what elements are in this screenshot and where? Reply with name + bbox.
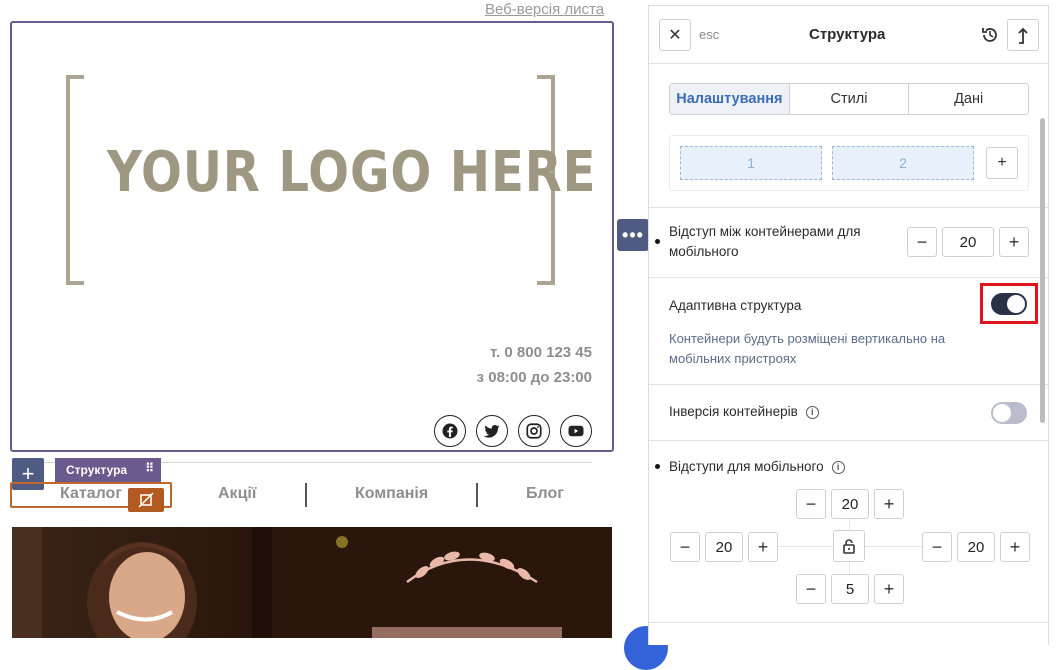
phone-text: т. 0 800 123 45 <box>490 344 592 361</box>
close-button[interactable]: ✕ <box>659 19 691 51</box>
logo-bracket-left <box>66 75 84 285</box>
unlink-icon[interactable] <box>128 488 164 512</box>
drag-handle-icon[interactable]: ⠿ <box>145 461 154 475</box>
hero-image <box>12 527 612 638</box>
web-version-link[interactable]: Веб-версія листа <box>485 1 604 18</box>
increment-button[interactable]: + <box>1000 532 1030 562</box>
divider <box>649 384 1048 385</box>
mobile-gap-label: Відступ між контейнерами для мобільного <box>669 224 861 259</box>
padding-bottom-stepper: − 5 + <box>796 574 904 604</box>
increment-button[interactable]: + <box>874 489 904 519</box>
youtube-icon[interactable] <box>560 415 592 447</box>
more-options-button[interactable]: ••• <box>617 219 649 251</box>
header-structure-block[interactable] <box>10 21 614 452</box>
decrement-button[interactable]: − <box>796 574 826 604</box>
adaptive-structure-label: Адаптивна структура <box>669 298 802 313</box>
logo-placeholder: YOUR LOGO HERE <box>107 140 597 205</box>
lock-icon[interactable] <box>833 530 865 562</box>
padding-right-stepper: − 20 + <box>922 532 1030 562</box>
go-to-parent-icon[interactable] <box>1007 19 1039 51</box>
menu-item-catalog[interactable]: Каталог <box>60 485 122 503</box>
esc-hint: esc <box>699 27 720 42</box>
panel-scrollbar[interactable] <box>1040 118 1045 423</box>
divider <box>649 440 1048 441</box>
column-2[interactable]: 2 <box>832 146 974 180</box>
inversion-label: Інверсія контейнерів <box>669 404 798 419</box>
padding-left-input[interactable]: 20 <box>705 532 743 562</box>
structure-tag[interactable]: Структура ⠿ <box>55 458 161 482</box>
mobile-padding-row: Відступи для мобільного i <box>669 457 845 477</box>
divider <box>649 277 1048 278</box>
menu-separator <box>305 483 307 507</box>
mobile-padding-label: Відступи для мобільного <box>669 459 824 474</box>
inversion-toggle[interactable] <box>991 402 1027 424</box>
panel-title: Структура <box>809 26 886 43</box>
tab-data[interactable]: Дані <box>909 84 1028 114</box>
mobile-gap-stepper: − 20 + <box>907 227 1029 257</box>
instagram-icon[interactable] <box>518 415 550 447</box>
facebook-icon[interactable] <box>434 415 466 447</box>
menu-separator <box>476 483 478 507</box>
padding-bottom-input[interactable]: 5 <box>831 574 869 604</box>
padding-top-stepper: − 20 + <box>796 489 904 519</box>
padding-left-stepper: − 20 + <box>670 532 778 562</box>
padding-right-input[interactable]: 20 <box>957 532 995 562</box>
info-icon[interactable]: i <box>831 460 845 474</box>
tab-settings[interactable]: Налаштування <box>670 84 790 114</box>
mobile-gap-input[interactable]: 20 <box>942 227 994 257</box>
menu-item-company[interactable]: Компанія <box>355 485 428 503</box>
history-icon[interactable] <box>979 24 1001 46</box>
modified-indicator <box>655 464 660 469</box>
structure-settings-panel: ✕ esc Структура Налаштування Стилі Дані … <box>648 5 1049 645</box>
hours-text: з 08:00 до 23:00 <box>476 369 592 386</box>
decrement-button[interactable]: − <box>796 489 826 519</box>
menu-item-blog[interactable]: Блог <box>526 485 564 503</box>
increment-button[interactable]: + <box>874 574 904 604</box>
column-1[interactable]: 1 <box>680 146 822 180</box>
twitter-icon[interactable] <box>476 415 508 447</box>
toggle-knob <box>1007 295 1025 313</box>
adaptive-structure-toggle[interactable] <box>991 293 1027 315</box>
decrement-button[interactable]: − <box>922 532 952 562</box>
increment-button[interactable]: + <box>748 532 778 562</box>
decrement-button[interactable]: − <box>670 532 700 562</box>
info-icon[interactable]: i <box>805 405 819 419</box>
header-divider <box>649 63 1048 64</box>
add-column-button[interactable]: + <box>986 147 1018 179</box>
toggle-knob <box>993 404 1011 422</box>
divider <box>649 207 1048 208</box>
tab-styles[interactable]: Стилі <box>790 84 910 114</box>
adaptive-structure-description: Контейнери будуть розміщені вертикально … <box>669 331 946 366</box>
decrement-button[interactable]: − <box>907 227 937 257</box>
padding-top-input[interactable]: 20 <box>831 489 869 519</box>
settings-tabs: Налаштування Стилі Дані <box>669 83 1029 115</box>
modified-indicator <box>655 239 660 244</box>
inversion-row: Інверсія контейнерів i <box>669 402 819 422</box>
divider <box>649 622 1048 623</box>
menu-item-promotions[interactable]: Акції <box>218 485 256 503</box>
structure-tag-label: Структура <box>66 463 128 477</box>
increment-button[interactable]: + <box>999 227 1029 257</box>
